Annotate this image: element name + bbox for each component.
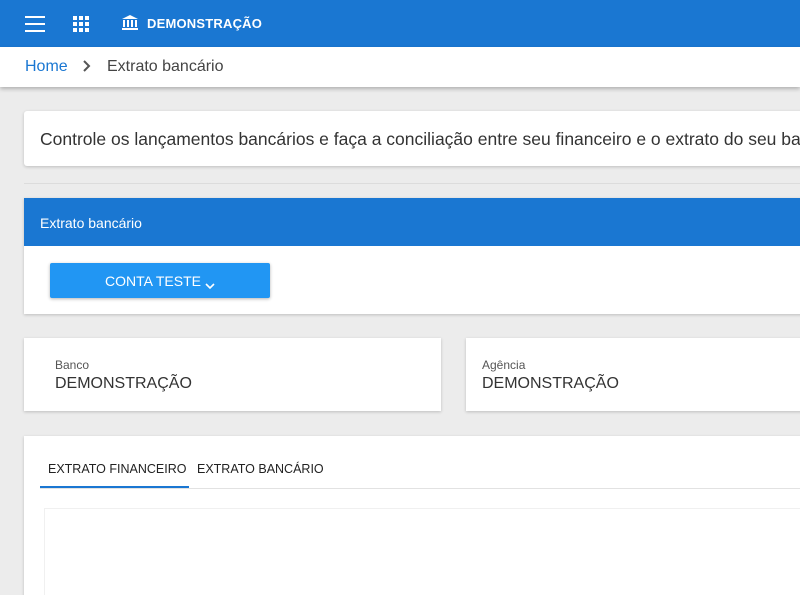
tabs-divider	[40, 488, 800, 489]
statement-tabs-card: EXTRATO FINANCEIRO EXTRATO BANCÁRIO	[24, 436, 800, 595]
description-card: Controle os lançamentos bancários e faça…	[24, 111, 800, 166]
extrato-card-header: Extrato bancário	[24, 198, 800, 246]
bank-value: DEMONSTRAÇÃO	[55, 375, 192, 392]
chevron-right-icon	[82, 59, 92, 73]
bank-label: Banco	[55, 358, 90, 372]
bank-info-card: Banco DEMONSTRAÇÃO	[24, 338, 441, 411]
account-select-button[interactable]: CONTA TESTE	[50, 263, 270, 298]
breadcrumb: Home Extrato bancário	[0, 47, 800, 87]
top-app-bar: DEMONSTRAÇÃO	[0, 0, 800, 47]
chevron-down-icon	[205, 277, 215, 289]
extrato-card: Extrato bancário CONTA TESTE	[24, 198, 800, 314]
page-description: Controle os lançamentos bancários e faça…	[40, 129, 800, 149]
brand-title[interactable]: DEMONSTRAÇÃO	[147, 16, 262, 31]
tab-content-panel	[44, 508, 800, 595]
bank-icon	[121, 14, 139, 32]
tab-extrato-financeiro[interactable]: EXTRATO FINANCEIRO	[48, 462, 186, 476]
extrato-card-title: Extrato bancário	[40, 215, 142, 231]
breadcrumb-home-link[interactable]: Home	[25, 58, 68, 76]
tab-extrato-bancario[interactable]: EXTRATO BANCÁRIO	[197, 462, 324, 476]
apps-grid-icon[interactable]	[72, 16, 90, 32]
agency-info-card: Agência DEMONSTRAÇÃO	[466, 338, 800, 411]
breadcrumb-current: Extrato bancário	[107, 58, 224, 75]
account-select-label: CONTA TESTE	[105, 272, 201, 289]
agency-value: DEMONSTRAÇÃO	[482, 375, 619, 392]
section-divider	[24, 183, 800, 184]
agency-label: Agência	[482, 358, 526, 372]
menu-icon[interactable]	[22, 14, 48, 34]
